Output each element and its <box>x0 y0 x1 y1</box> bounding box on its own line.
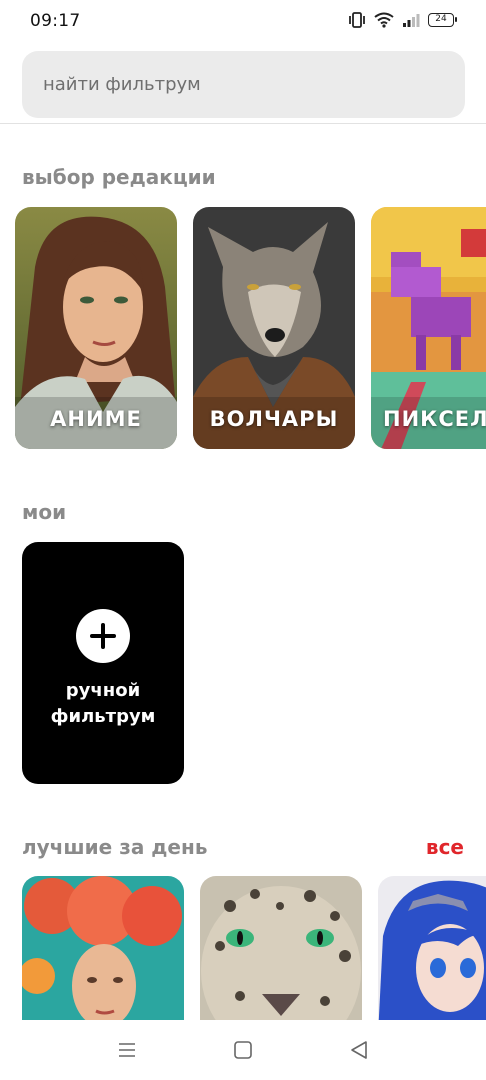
anime-blue-hair-image <box>378 876 486 1036</box>
divider <box>0 123 486 124</box>
coral-girl-image <box>22 876 184 1036</box>
status-time: 09:17 <box>30 11 81 31</box>
system-nav-bar <box>0 1020 486 1080</box>
best-card-snow-leopard[interactable] <box>200 876 362 1036</box>
home-icon[interactable] <box>230 1038 256 1062</box>
best-card-coral-girl[interactable] <box>22 876 184 1036</box>
status-icons: 24 <box>348 12 457 28</box>
section-title-mine: мои <box>22 500 67 524</box>
back-icon[interactable] <box>346 1038 372 1062</box>
search-input[interactable] <box>22 51 465 118</box>
filter-card-wolves[interactable]: ВОЛЧАРЫ <box>193 207 355 449</box>
section-title-best-of-day: лучшие за день <box>22 835 208 859</box>
manual-filter-label-line2: фильтрум <box>50 706 156 727</box>
app-screen: 09:17 24 найти фильтрум выбор редакции А… <box>0 0 486 1080</box>
plus-icon <box>76 609 130 663</box>
filter-card-pixel[interactable]: ПИКСЕЛ <box>371 207 486 449</box>
manual-filter-card[interactable]: ручной фильтрум <box>22 542 184 784</box>
vibrate-icon <box>348 12 366 28</box>
signal-icon <box>402 13 420 27</box>
card-label-pixel: ПИКСЕЛ <box>383 407 486 431</box>
card-label-anime: АНИМЕ <box>50 407 142 431</box>
best-card-anime-blue-hair[interactable] <box>378 876 486 1036</box>
section-title-editors-choice: выбор редакции <box>22 165 216 189</box>
see-all-link[interactable]: все <box>426 835 464 859</box>
wifi-icon <box>374 12 394 28</box>
snow-leopard-image <box>200 876 362 1036</box>
filter-card-anime[interactable]: АНИМЕ <box>15 207 177 449</box>
battery-icon: 24 <box>428 13 457 27</box>
card-label-wolves: ВОЛЧАРЫ <box>209 407 339 431</box>
search-bar[interactable] <box>22 51 465 118</box>
manual-filter-label: ручной фильтрум <box>22 678 184 730</box>
status-bar: 09:17 24 <box>0 0 486 44</box>
manual-filter-label-line1: ручной <box>65 680 141 701</box>
menu-icon[interactable] <box>114 1038 140 1062</box>
